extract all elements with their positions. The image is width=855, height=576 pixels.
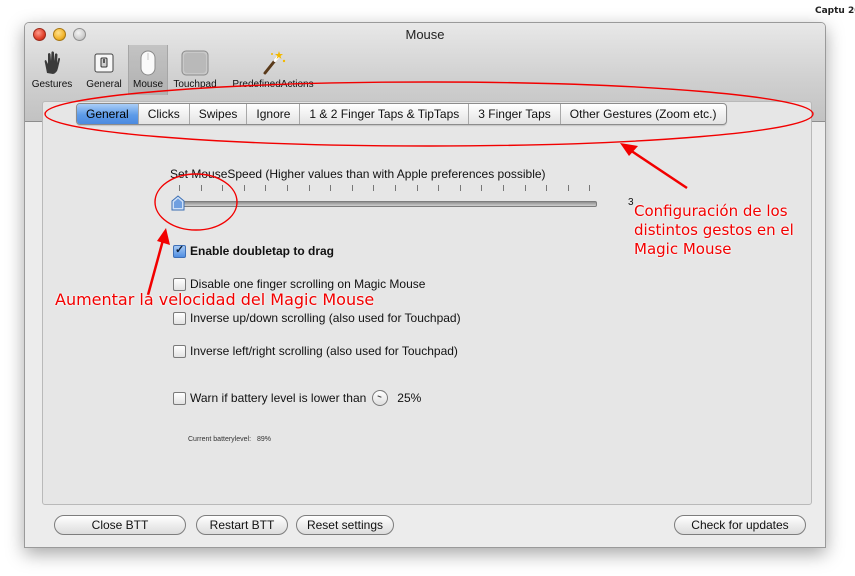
gestures-annotation-line-2: distintos gestos en el: [634, 221, 794, 239]
reset-settings-button[interactable]: Reset settings: [296, 515, 394, 535]
slider-tick: [567, 185, 569, 191]
disable-one-finger-checkbox[interactable]: [173, 277, 186, 291]
hand-gesture-icon: [44, 51, 60, 74]
tab-ignore[interactable]: Ignore: [247, 104, 301, 124]
gestures-annotation-line-3: Magic Mouse: [634, 240, 732, 258]
speed-slider-ticks: [179, 185, 593, 193]
speed-slider-value: 3: [628, 197, 634, 208]
toolbar-gestures[interactable]: Gestures: [29, 49, 75, 95]
battery-status-value: 89%: [256, 436, 271, 443]
slider-tick: [546, 185, 548, 191]
switch-icon: [94, 53, 114, 73]
inverse-leftright-option[interactable]: Inverse left/right scrolling (also used …: [173, 344, 458, 358]
disable-one-finger-label: Disable one finger scrolling on Magic Mo…: [190, 277, 426, 291]
battery-threshold-value: 25%: [397, 391, 422, 405]
slider-tick: [179, 185, 180, 191]
tab-finger-taps[interactable]: 1 & 2 Finger Taps & TipTaps: [300, 104, 470, 124]
magic-wand-icon: [263, 51, 286, 75]
toolbar-touchpad[interactable]: Touchpad: [171, 49, 219, 95]
doubletap-drag-checkbox[interactable]: [173, 243, 186, 258]
tab-bar: General Clicks Swipes Ignore 1 & 2 Finge…: [76, 103, 727, 125]
toolbar-label-predefinedactions: PredefinedActions: [232, 79, 314, 90]
slider-tick: [243, 185, 245, 191]
slider-tick: [459, 185, 461, 191]
disable-one-finger-option[interactable]: Disable one finger scrolling on Magic Mo…: [173, 277, 425, 291]
speed-slider-knob[interactable]: [171, 195, 185, 211]
tab-swipes[interactable]: Swipes: [190, 104, 248, 124]
window-title: Mouse: [405, 27, 445, 42]
mouse-speed-label: Set MouseSpeed (Higher values than with …: [170, 167, 546, 181]
battery-threshold-stepper[interactable]: [372, 390, 389, 406]
restart-btt-button[interactable]: Restart BTT: [196, 515, 288, 535]
inverse-leftright-checkbox[interactable]: [173, 344, 186, 358]
check-updates-button[interactable]: Check for updates: [674, 515, 806, 535]
slider-tick: [200, 185, 202, 191]
toolbar-predefinedactions[interactable]: PredefinedActions: [225, 49, 321, 95]
toolbar-label-mouse: Mouse: [132, 79, 163, 90]
speed-annotation: Aumentar la velocidad del Magic Mouse: [55, 290, 375, 309]
doubletap-drag-label: Enable doubletap to drag: [190, 244, 335, 258]
slider-tick: [287, 185, 288, 191]
slider-tick: [222, 185, 224, 191]
capture-label-text: Captu 2010-: [815, 6, 855, 16]
speed-slider-track[interactable]: [179, 201, 597, 207]
slider-tick: [351, 185, 353, 191]
battery-warning-option[interactable]: Warn if battery level is lower than 25%: [173, 390, 421, 406]
tab-clicks[interactable]: Clicks: [139, 104, 190, 124]
slider-tick: [503, 185, 504, 191]
toolbar-label-general: General: [86, 79, 122, 90]
tab-general[interactable]: General: [77, 104, 139, 124]
slider-tick: [481, 185, 483, 191]
battery-status: Current batterylevel: 89%: [188, 436, 271, 443]
inverse-updown-label: Inverse up/down scrolling (also used for…: [190, 311, 461, 325]
screenshot-label: Captu 2010-: [815, 6, 855, 16]
slider-tick: [589, 185, 591, 191]
inverse-leftright-label: Inverse left/right scrolling (also used …: [190, 344, 458, 358]
slider-tick: [438, 185, 440, 191]
toolbar-label-touchpad: Touchpad: [173, 79, 217, 90]
inverse-updown-checkbox[interactable]: [173, 311, 186, 325]
gestures-annotation-line-1: Configuración de los: [634, 202, 788, 220]
battery-warning-checkbox[interactable]: [173, 391, 186, 405]
doubletap-drag-option[interactable]: Enable doubletap to drag: [173, 243, 335, 258]
toolbar-mouse[interactable]: Mouse: [128, 45, 168, 95]
slider-tick: [308, 185, 310, 191]
battery-status-label: Current batterylevel:: [188, 436, 252, 443]
toolbar-label-gestures: Gestures: [31, 79, 73, 90]
slider-tick: [330, 185, 332, 191]
toolbar-general[interactable]: General: [81, 49, 127, 95]
inverse-updown-option[interactable]: Inverse up/down scrolling (also used for…: [173, 311, 461, 325]
bettertouchtool-window: Mouse Gestures General Mouse Touchpad Pr…: [24, 22, 826, 548]
slider-tick: [395, 185, 396, 191]
slider-tick: [416, 185, 418, 191]
slider-tick: [265, 185, 267, 191]
gestures-annotation: Configuración de los distintos gestos en…: [634, 202, 794, 259]
slider-tick: [373, 185, 375, 191]
tab-3-finger-taps[interactable]: 3 Finger Taps: [469, 104, 561, 124]
magic-mouse-icon: [140, 50, 156, 76]
battery-warning-label: Warn if battery level is lower than: [190, 391, 367, 405]
slider-tick: [524, 185, 526, 191]
close-btt-button[interactable]: Close BTT: [54, 515, 186, 535]
touchpad-icon: [181, 50, 209, 76]
tab-other-gestures[interactable]: Other Gestures (Zoom etc.): [561, 104, 726, 124]
